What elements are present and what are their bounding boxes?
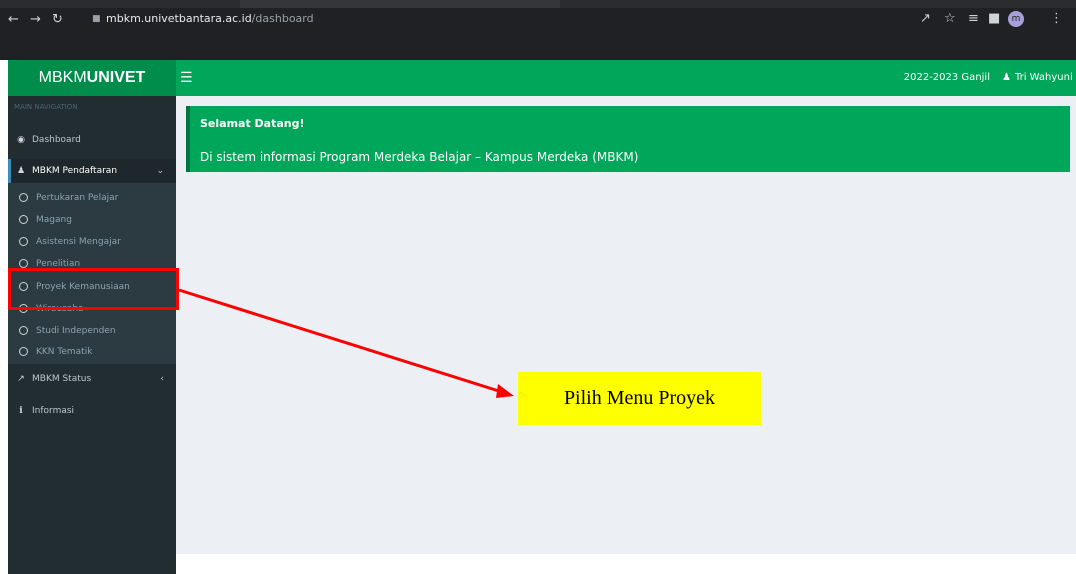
profile-avatar[interactable]: m bbox=[1008, 11, 1024, 27]
sidebar-item-label: Informasi bbox=[32, 406, 75, 416]
submenu-item-asistensi-mengajar[interactable]: Asistensi Mengajar bbox=[8, 231, 176, 253]
tab-strip bbox=[0, 0, 1076, 8]
alert-message: Di sistem informasi Program Merdeka Bela… bbox=[200, 150, 639, 164]
lock-icon: ■ bbox=[92, 14, 101, 24]
sidebar-item-dashboard[interactable]: ◉ Dashboard bbox=[8, 129, 176, 151]
circle-icon bbox=[19, 347, 28, 356]
dashboard-icon: ◉ bbox=[17, 135, 25, 145]
side-panel-icon[interactable]: ■ bbox=[988, 10, 1000, 28]
browser-tab[interactable] bbox=[240, 0, 560, 8]
info-icon: i bbox=[19, 406, 23, 416]
alert-title: Selamat Datang! bbox=[200, 117, 305, 130]
reading-list-icon[interactable]: ≡ bbox=[968, 10, 979, 28]
user-name: Tri Wahyuni bbox=[1014, 72, 1073, 83]
circle-icon bbox=[19, 215, 28, 224]
circle-icon bbox=[19, 237, 28, 246]
sidebar-item-label: Dashboard bbox=[32, 135, 81, 145]
submenu-item-label: KKN Tematik bbox=[36, 347, 93, 357]
submenu-item-label: Magang bbox=[36, 215, 72, 225]
chevron-down-icon: ⌄ bbox=[156, 166, 164, 176]
annotation-callout: Pilih Menu Proyek bbox=[518, 372, 761, 425]
bookmark-star-icon[interactable]: ☆ bbox=[944, 10, 956, 28]
user-icon: ♟ bbox=[1002, 72, 1011, 83]
address-bar[interactable]: mbkm.univetbantara.ac.id/dashboard bbox=[106, 10, 906, 28]
circle-icon bbox=[19, 193, 28, 202]
sidebar-item-label: MBKM Status bbox=[32, 374, 92, 384]
circle-icon bbox=[19, 259, 28, 268]
url-host: mbkm.univetbantara.ac.id bbox=[106, 12, 252, 25]
sidebar-item-mbkm-status[interactable]: ↗ MBKM Status ‹ bbox=[8, 368, 176, 390]
sidebar-item-mbkm-pendaftaran[interactable]: ♟ MBKM Pendaftaran ⌄ bbox=[8, 160, 176, 182]
browser-chrome bbox=[0, 0, 1076, 60]
hamburger-icon[interactable]: ☰ bbox=[180, 60, 200, 96]
submenu-item-studi-independen[interactable]: Studi Independen bbox=[8, 320, 176, 342]
submenu-item-label: Pertukaran Pelajar bbox=[36, 193, 119, 203]
submenu-item-magang[interactable]: Magang bbox=[8, 209, 176, 231]
back-icon[interactable]: ← bbox=[8, 12, 19, 28]
reload-icon[interactable]: ↻ bbox=[52, 12, 63, 28]
submenu-item-pertukaran-pelajar[interactable]: Pertukaran Pelajar bbox=[8, 187, 176, 209]
highlight-box bbox=[8, 268, 179, 310]
forward-icon[interactable]: → bbox=[30, 12, 41, 28]
logo-suffix: UNIVET bbox=[86, 69, 146, 86]
academic-year: 2022-2023 Ganjil bbox=[903, 72, 990, 83]
url-path: /dashboard bbox=[251, 12, 314, 25]
share-icon[interactable]: ↗ bbox=[920, 10, 931, 28]
kebab-menu-icon[interactable]: ⋮ bbox=[1050, 10, 1063, 28]
chevron-left-icon: ‹ bbox=[160, 374, 164, 384]
submenu-item-label: Asistensi Mengajar bbox=[36, 237, 121, 247]
sidebar-item-label: MBKM Pendaftaran bbox=[32, 166, 118, 176]
sidebar-item-informasi[interactable]: i Informasi bbox=[8, 400, 176, 422]
submenu-item-label: Studi Independen bbox=[36, 326, 116, 336]
circle-icon bbox=[19, 326, 28, 335]
app-logo[interactable]: MBKMUNIVET bbox=[8, 60, 176, 96]
nav-header: MAIN NAVIGATION bbox=[14, 103, 78, 111]
users-icon: ♟ bbox=[16, 166, 26, 176]
chart-icon: ↗ bbox=[17, 374, 25, 384]
user-menu[interactable]: ♟ Tri Wahyuni bbox=[1002, 60, 1076, 96]
submenu-item-kkn-tematik[interactable]: KKN Tematik bbox=[8, 341, 176, 363]
logo-prefix: MBKM bbox=[38, 69, 87, 86]
